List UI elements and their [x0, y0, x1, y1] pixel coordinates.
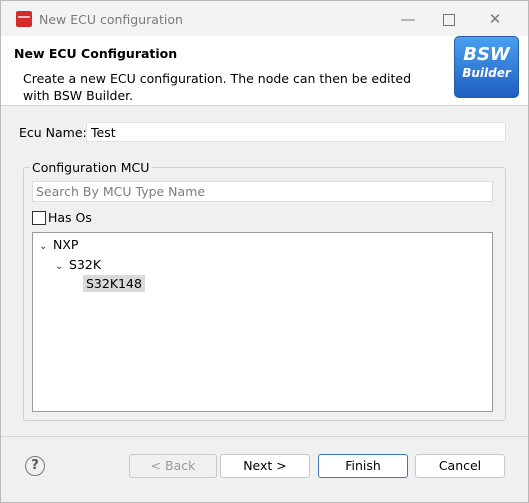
chevron-down-icon[interactable]: ⌄: [39, 241, 53, 252]
maximize-button[interactable]: [434, 7, 464, 31]
window-title: New ECU configuration: [39, 12, 183, 27]
tree-node-label: NXP: [53, 237, 79, 252]
ecu-name-input[interactable]: Test: [86, 122, 506, 142]
logo-line-1: BSW: [463, 44, 510, 65]
new-ecu-dialog: New ECU configuration — ✕ New ECU Config…: [0, 0, 529, 503]
chevron-down-icon[interactable]: ⌄: [55, 261, 69, 272]
mcu-tree[interactable]: ⌄ NXP ⌄ S32K S32K148: [32, 232, 493, 412]
logo-line-2: Builder: [462, 66, 511, 80]
finish-button[interactable]: Finish: [318, 454, 408, 478]
configuration-mcu-label: Configuration MCU: [29, 160, 153, 175]
wizard-banner: New ECU Configuration Create a new ECU c…: [1, 36, 528, 106]
back-button[interactable]: < Back: [129, 454, 217, 478]
has-os-checkbox[interactable]: [32, 211, 46, 225]
tree-node-s32k148[interactable]: S32K148: [83, 275, 145, 292]
has-os-label: Has Os: [48, 210, 92, 225]
app-icon: [16, 11, 32, 27]
tree-node-s32k[interactable]: ⌄ S32K: [55, 257, 101, 272]
tree-node-nxp[interactable]: ⌄ NXP: [39, 237, 78, 252]
page-title: New ECU Configuration: [14, 46, 178, 61]
maximize-icon: [443, 13, 455, 26]
cancel-button[interactable]: Cancel: [415, 454, 505, 478]
bsw-builder-logo: BSW Builder: [454, 36, 519, 98]
close-button[interactable]: ✕: [480, 7, 510, 31]
next-button[interactable]: Next >: [220, 454, 310, 478]
help-icon[interactable]: ?: [25, 456, 45, 476]
minimize-button[interactable]: —: [393, 7, 423, 31]
mcu-search-input[interactable]: Search By MCU Type Name: [32, 181, 493, 202]
page-description: Create a new ECU configuration. The node…: [23, 71, 412, 103]
title-bar: New ECU configuration — ✕: [1, 1, 528, 36]
tree-node-label: S32K: [69, 257, 102, 272]
footer-separator: [1, 436, 528, 437]
ecu-name-label: Ecu Name:: [19, 125, 87, 140]
tree-node-label: S32K148: [83, 275, 145, 292]
